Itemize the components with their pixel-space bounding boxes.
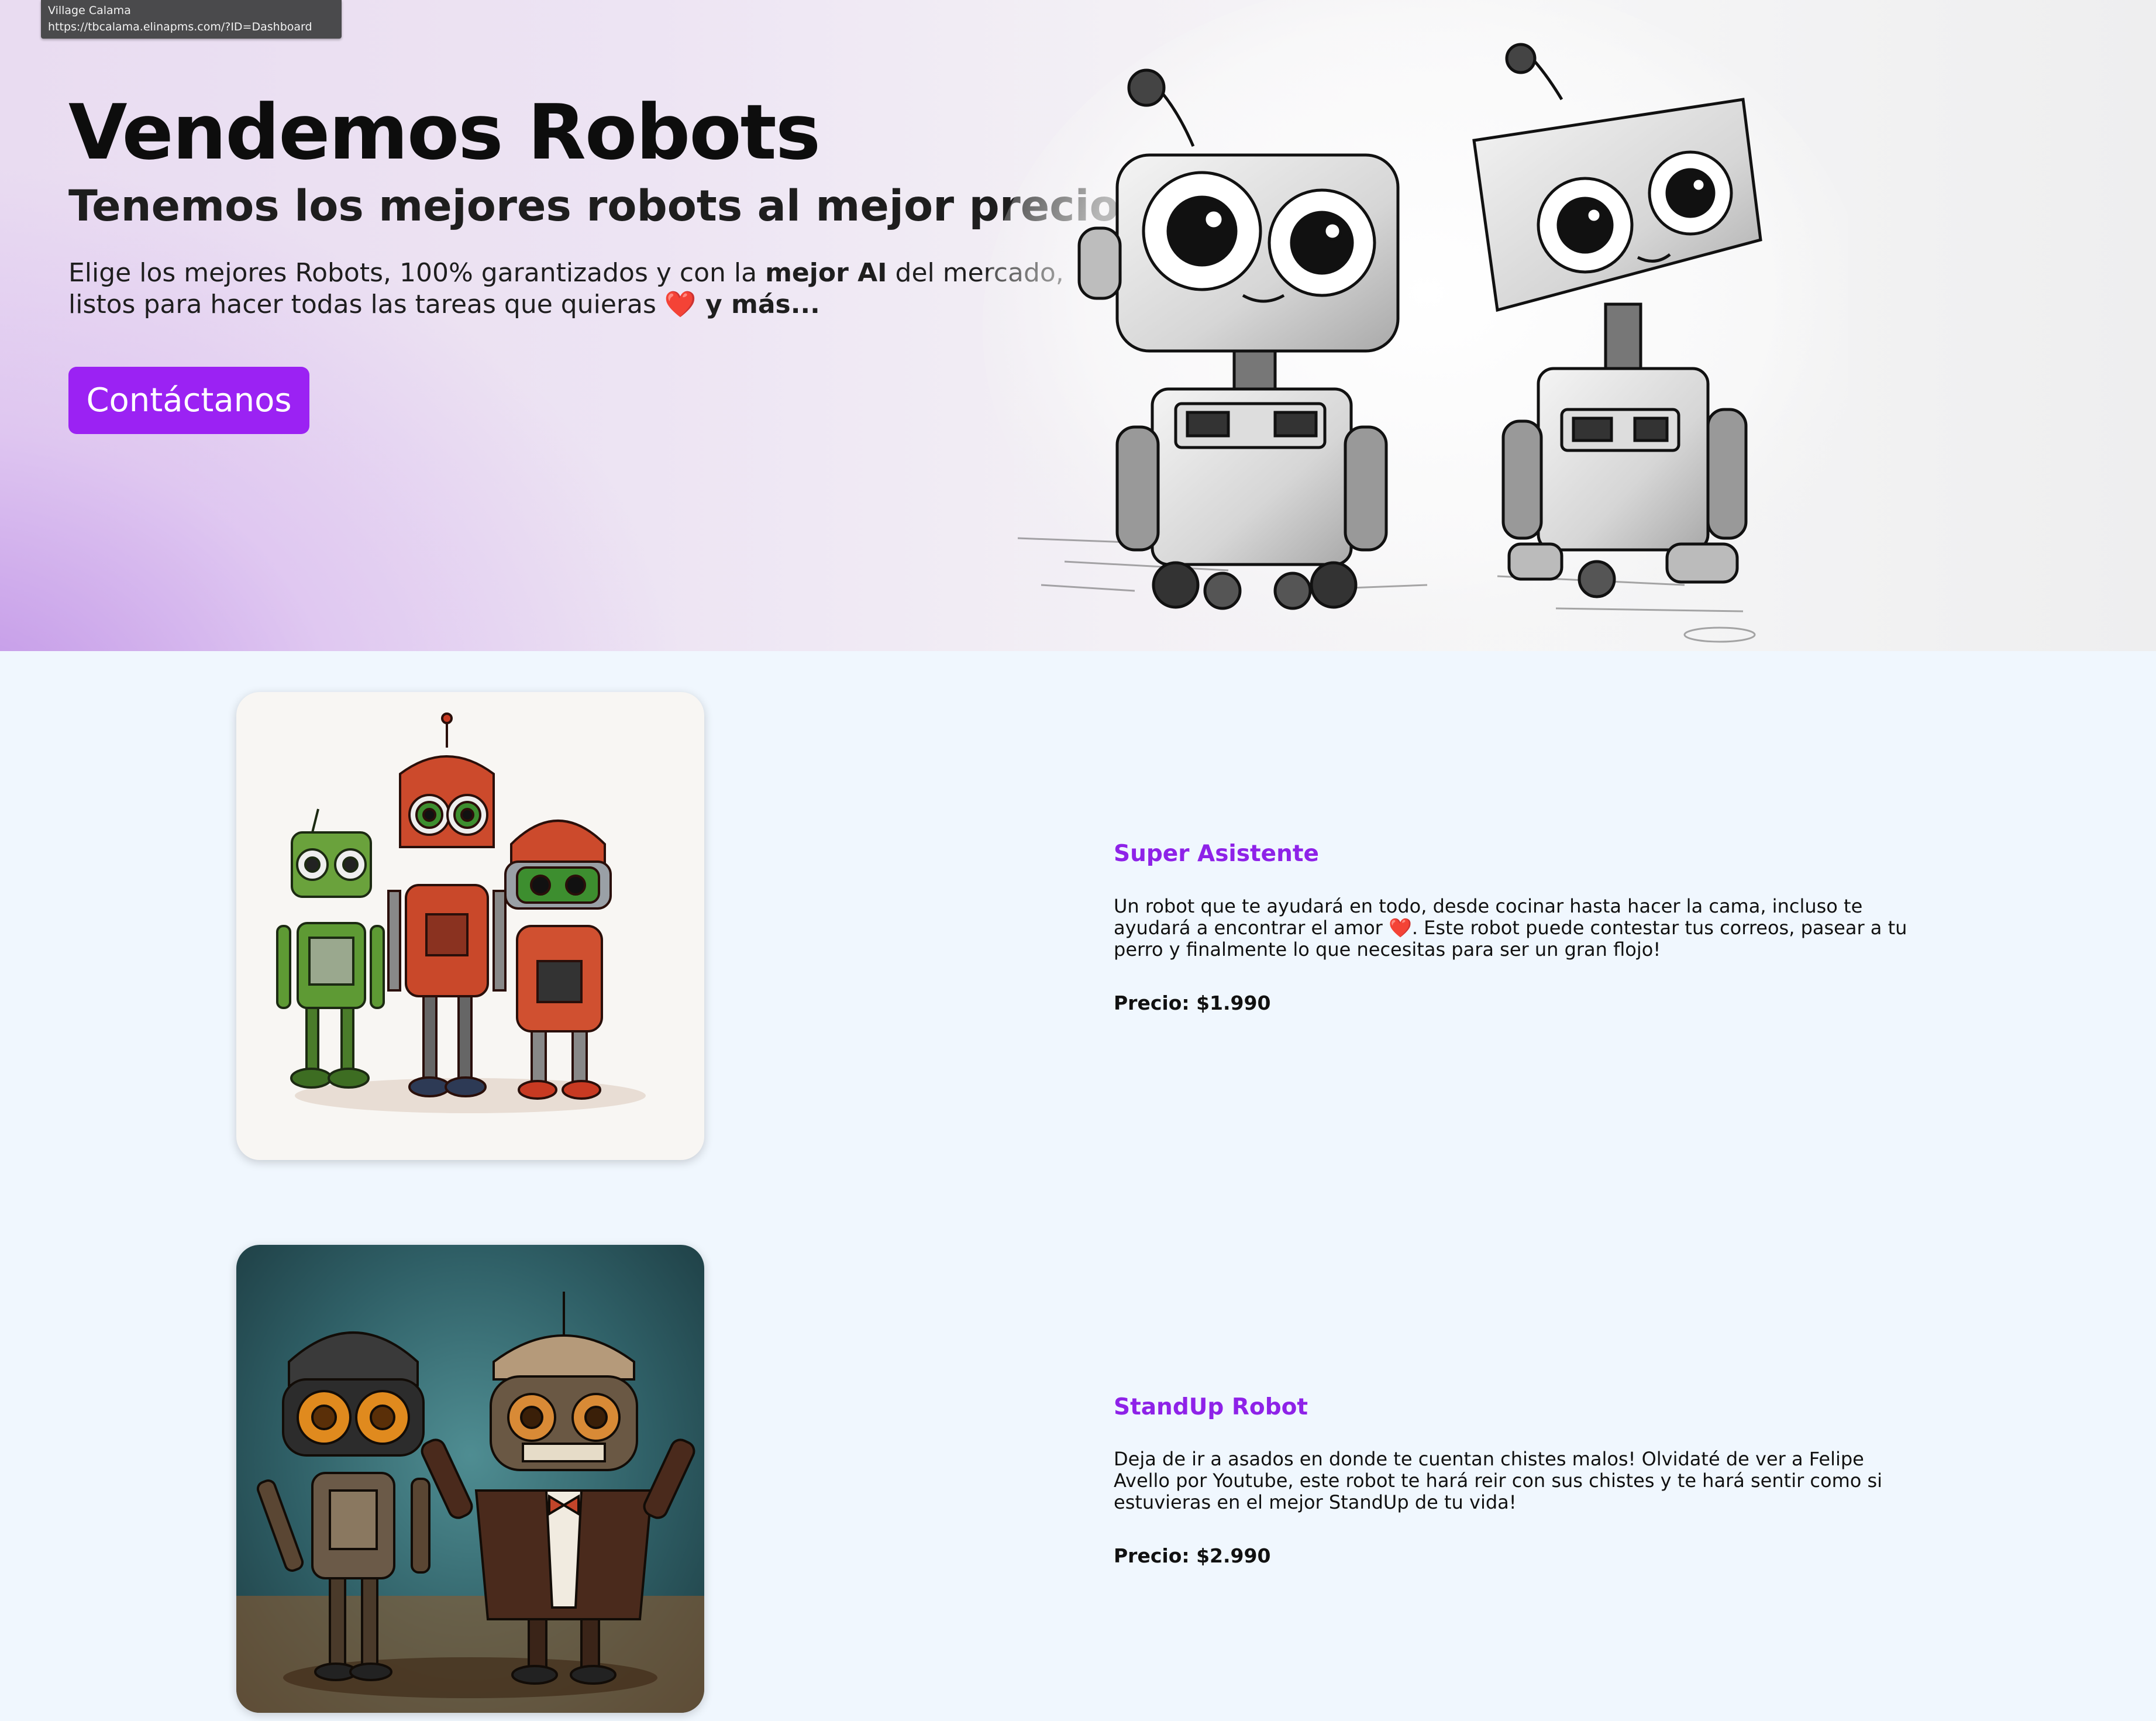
hero-description: Elige los mejores Robots, 100% garantiza… xyxy=(68,257,1086,321)
hero-desc-bold-mas: y más... xyxy=(696,290,820,319)
product-description-super-asistente: Un robot que te ayudará en todo, desde c… xyxy=(1114,896,1921,961)
heart-icon: ❤️ xyxy=(1388,917,1412,939)
tooltip-url: https://tbcalama.elinapms.com/?ID=Dashbo… xyxy=(48,20,312,33)
three-robots-illustration xyxy=(276,713,646,1113)
hero-subtitle: Tenemos los mejores robots al mejor prec… xyxy=(68,181,1119,231)
hero-section: Vendemos Robots Tenemos los mejores robo… xyxy=(0,0,2156,651)
hero-desc-bold-ai: mejor AI xyxy=(765,258,887,288)
product-description-standup-robot: Deja de ir a asados en donde te cuentan … xyxy=(1114,1448,1883,1513)
product-title-standup-robot: StandUp Robot xyxy=(1114,1394,1308,1420)
two-comedian-robots-illustration xyxy=(236,1292,704,1713)
hero-robots-illustration xyxy=(983,0,1848,651)
contact-button[interactable]: Contáctanos xyxy=(68,367,309,434)
product-image-standup-robot xyxy=(236,1245,704,1713)
product-title-super-asistente: Super Asistente xyxy=(1114,841,1319,867)
url-tooltip: Village Calama https://tbcalama.elinapms… xyxy=(41,0,342,39)
hero-title: Vendemos Robots xyxy=(68,88,821,177)
product-image-super-asistente xyxy=(236,692,704,1160)
product-price-super-asistente: Precio: $1.990 xyxy=(1114,992,1271,1014)
hero-desc-text: Elige los mejores Robots, 100% garantiza… xyxy=(68,258,766,288)
tooltip-title: Village Calama xyxy=(48,4,131,17)
product-price-standup-robot: Precio: $2.990 xyxy=(1114,1544,1271,1567)
heart-icon: ❤️ xyxy=(664,290,697,319)
